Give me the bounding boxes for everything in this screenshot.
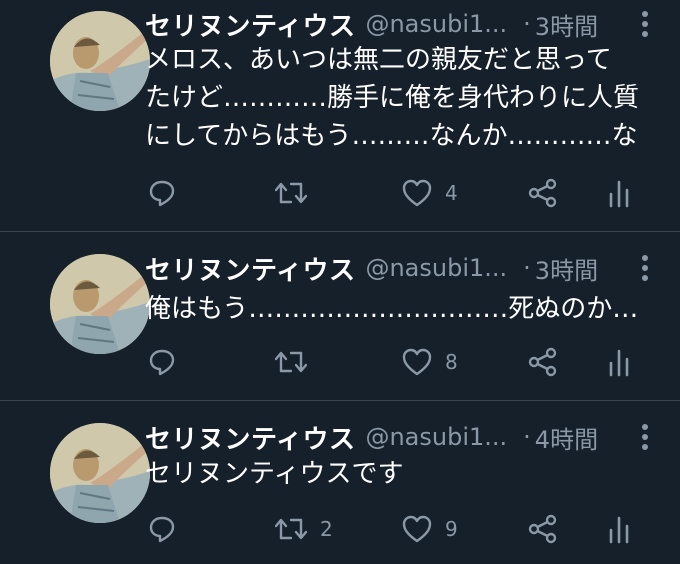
tweet-actions: 2 9 (0, 511, 680, 547)
avatar[interactable] (50, 254, 150, 354)
reply-icon (149, 180, 175, 207)
display-name[interactable]: セリヌンティウス (145, 6, 355, 43)
like-button[interactable]: 8 (401, 344, 458, 380)
tweet-header: セリヌンティウス @nasubi1... · 3時間 (145, 250, 680, 287)
more-options-icon[interactable] (638, 421, 652, 453)
more-options-icon[interactable] (638, 252, 652, 284)
analytics-icon (609, 349, 629, 377)
tweet-text-line: セリヌンティウスです (145, 459, 404, 489)
like-button[interactable]: 4 (401, 175, 458, 211)
share-button[interactable] (527, 511, 559, 547)
timeline-feed: セリヌンティウス @nasubi1... · 3時間 メロス、あいつは無二の親友… (0, 0, 680, 564)
heart-icon (402, 179, 432, 207)
share-icon (528, 514, 557, 544)
more-options-icon[interactable] (638, 8, 652, 40)
user-handle[interactable]: @nasubi1... (365, 10, 507, 38)
like-count: 4 (445, 181, 458, 205)
retweet-button[interactable] (274, 344, 320, 380)
reply-button[interactable] (147, 175, 189, 211)
like-count: 8 (445, 350, 458, 374)
tweet-actions: 8 (0, 344, 680, 380)
analytics-icon (609, 516, 629, 544)
share-icon (528, 347, 557, 377)
display-name[interactable]: セリヌンティウス (145, 250, 355, 287)
analytics-button[interactable] (608, 344, 630, 380)
tweet-actions: 4 (0, 175, 680, 211)
tweet[interactable]: セリヌンティウス @nasubi1... · 4時間 セリヌンティウスです 2 … (0, 401, 680, 564)
like-button[interactable]: 9 (401, 511, 458, 547)
share-icon (528, 178, 557, 208)
user-handle[interactable]: @nasubi1... (365, 423, 507, 451)
tweet-text-line: にしてからはもう………なんか…………な (145, 121, 638, 151)
tweet-text: セリヌンティウスです (145, 455, 662, 493)
retweet-button[interactable] (274, 175, 320, 211)
avatar[interactable] (50, 11, 150, 111)
timestamp[interactable]: 3時間 (535, 251, 598, 286)
retweet-icon (274, 518, 308, 540)
tweet[interactable]: セリヌンティウス @nasubi1... · 3時間 メロス、あいつは無二の親友… (0, 0, 680, 231)
share-button[interactable] (527, 344, 559, 380)
retweet-icon (274, 351, 308, 373)
separator-dot: · (523, 423, 531, 451)
retweet-count: 2 (320, 517, 333, 541)
tweet[interactable]: セリヌンティウス @nasubi1... · 3時間 俺はもう………………………… (0, 232, 680, 400)
tweet-header: セリヌンティウス @nasubi1... · 4時間 (145, 419, 680, 456)
reply-icon (149, 516, 175, 543)
retweet-icon (274, 182, 308, 204)
retweet-button[interactable]: 2 (274, 511, 333, 547)
analytics-icon (609, 180, 629, 208)
tweet-text: 俺はもう…………………………死ぬのか… (145, 290, 662, 328)
separator-dot: · (523, 254, 531, 282)
reply-icon (149, 349, 175, 376)
share-button[interactable] (527, 175, 559, 211)
tweet-text-line: 俺はもう…………………………死ぬのか… (145, 294, 639, 324)
timestamp[interactable]: 3時間 (535, 7, 598, 42)
tweet-text-line: メロス、あいつは無二の親友だと思って (145, 45, 612, 75)
tweet-text-line: たけど…………勝手に俺を身代わりに人質 (145, 83, 640, 113)
user-handle[interactable]: @nasubi1... (365, 254, 507, 282)
timestamp[interactable]: 4時間 (535, 420, 598, 455)
like-count: 9 (445, 517, 458, 541)
avatar[interactable] (50, 423, 150, 523)
reply-button[interactable] (147, 344, 189, 380)
heart-icon (402, 515, 432, 543)
analytics-button[interactable] (608, 175, 630, 211)
tweet-header: セリヌンティウス @nasubi1... · 3時間 (145, 6, 680, 43)
reply-button[interactable] (147, 511, 189, 547)
heart-icon (402, 348, 432, 376)
tweet-text: メロス、あいつは無二の親友だと思って たけど…………勝手に俺を身代わりに人質 に… (145, 41, 662, 155)
analytics-button[interactable] (608, 511, 630, 547)
separator-dot: · (523, 10, 531, 38)
display-name[interactable]: セリヌンティウス (145, 419, 355, 456)
